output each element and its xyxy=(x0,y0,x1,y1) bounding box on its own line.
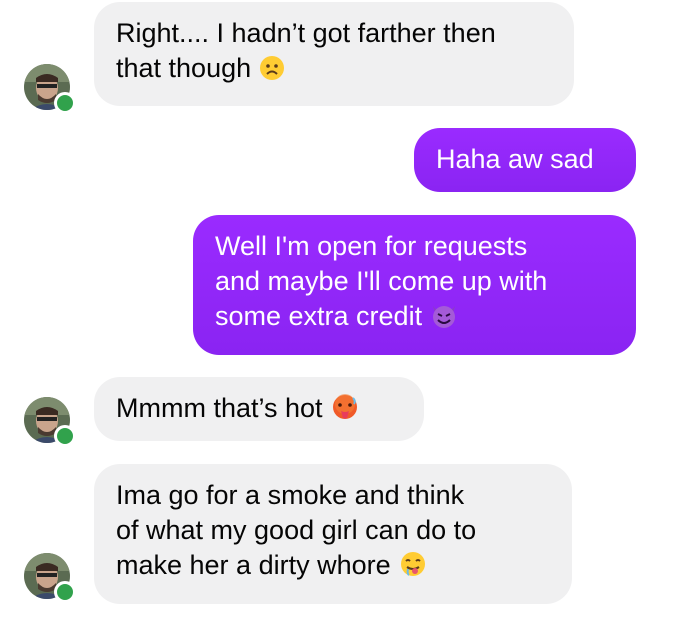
online-status-dot xyxy=(54,581,76,603)
message-text: make her a dirty whore xyxy=(116,550,391,580)
message-bubble-incoming[interactable]: Mmmm that’s hot xyxy=(94,377,424,441)
message-text-line: and maybe I'll come up with xyxy=(215,266,548,296)
message-text-line: of what my good girl can do to xyxy=(116,515,477,545)
smiling-devil-emoji xyxy=(433,306,456,328)
message-text: that though xyxy=(116,53,252,83)
message-text-line-with-emoji: Mmmm that’s hot xyxy=(116,391,402,426)
message-bubble-incoming[interactable]: Ima go for a smoke and think of what my … xyxy=(94,464,572,604)
message-text-line: Right.... I hadn’t got farther then xyxy=(116,18,496,48)
message-text-line-with-emoji: that though xyxy=(116,51,552,86)
contact-avatar[interactable] xyxy=(24,553,76,603)
message-thread: Right.... I hadn’t got farther then that… xyxy=(0,0,680,621)
message-text-line-with-emoji: make her a dirty whore xyxy=(116,548,550,583)
message-text-line: Ima go for a smoke and think xyxy=(116,480,465,510)
drooling-face-emoji xyxy=(400,552,425,576)
message-text-line-with-emoji: some extra credit xyxy=(215,299,614,334)
contact-avatar[interactable] xyxy=(24,64,76,114)
online-status-dot xyxy=(54,425,76,447)
hot-face-emoji xyxy=(332,394,357,419)
message-text: some extra credit xyxy=(215,301,423,331)
contact-avatar[interactable] xyxy=(24,397,76,447)
online-status-dot xyxy=(54,92,76,114)
message-bubble-outgoing[interactable]: Haha aw sad xyxy=(414,128,636,192)
message-text: Mmmm that’s hot xyxy=(116,393,323,423)
message-bubble-outgoing[interactable]: Well I'm open for requests and maybe I'l… xyxy=(193,215,636,355)
frowning-face-emoji xyxy=(260,56,285,80)
message-text: Haha aw sad xyxy=(436,144,594,174)
message-bubble-incoming[interactable]: Right.... I hadn’t got farther then that… xyxy=(94,2,574,106)
message-text-line: Well I'm open for requests xyxy=(215,231,528,261)
